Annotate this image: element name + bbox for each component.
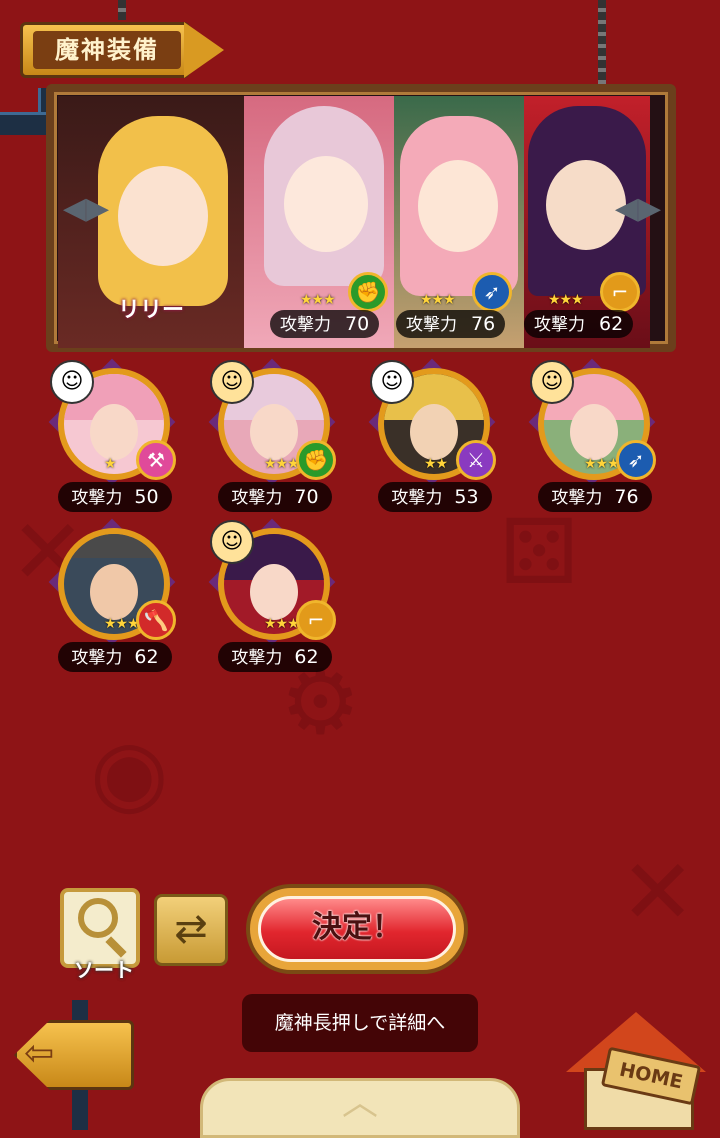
- roster-card[interactable]: ★★★ 🪓 攻撃力 62: [48, 518, 180, 680]
- chain: [598, 0, 606, 84]
- attack-label: 攻撃力: [280, 315, 331, 335]
- attack-power-tag: 攻撃力 50: [58, 482, 172, 512]
- attack-value: 62: [134, 646, 159, 668]
- leader-girl-icon: ☺: [210, 520, 254, 564]
- hint-text: 魔神長押しで詳細へ: [242, 994, 478, 1052]
- attack-power-tag: 攻撃力 62: [218, 642, 332, 672]
- gun-icon: ⌐: [296, 600, 336, 640]
- party-slot-1[interactable]: ★★★ ✊ 攻撃力 70: [244, 96, 394, 348]
- roster-card[interactable]: ☺ ★★★ ✊ 攻撃力 70: [208, 358, 340, 520]
- confirm-label: 決定！: [258, 896, 456, 962]
- attack-value: 70: [345, 313, 370, 335]
- face: [90, 404, 138, 460]
- attack-label: 攻撃力: [391, 488, 443, 508]
- attack-value: 76: [614, 486, 639, 508]
- gun-icon: ⌐: [600, 272, 640, 312]
- hammer-icon: ⚒: [136, 440, 176, 480]
- star-rating: ★★★: [264, 456, 300, 472]
- face: [250, 564, 298, 620]
- star-rating: ★★: [424, 456, 448, 472]
- leader-name: リリー: [118, 298, 185, 323]
- page-title: 魔神装備: [33, 31, 181, 69]
- scroll-right-arrow-icon[interactable]: ◀▶: [608, 192, 668, 226]
- leader-girl-icon: ☺: [530, 360, 574, 404]
- star-rating: ★★★: [548, 292, 584, 308]
- attack-value: 62: [294, 646, 319, 668]
- face: [284, 156, 368, 252]
- swap-icon[interactable]: ⇄: [154, 894, 228, 966]
- sort-button[interactable]: ソート: [60, 888, 140, 982]
- attack-label: 攻撃力: [534, 315, 585, 335]
- leader-boy-icon: ☺: [370, 360, 414, 404]
- star-rating: ★★★: [420, 292, 456, 308]
- star-rating: ★★★: [584, 456, 620, 472]
- magnifier-icon: [78, 898, 118, 938]
- attack-label: 攻撃力: [71, 488, 123, 508]
- roster-card[interactable]: ☺ ★★★★ ⌐ 攻撃力 62: [208, 518, 340, 680]
- attack-label: 攻撃力: [551, 488, 603, 508]
- attack-label: 攻撃力: [231, 648, 283, 668]
- confirm-button[interactable]: 決定！: [246, 884, 468, 974]
- attack-label: 攻撃力: [406, 315, 457, 335]
- scroll-left-arrow-icon[interactable]: ◀▶: [56, 192, 116, 226]
- fist-icon: ✊: [348, 272, 388, 312]
- attack-value: 70: [294, 486, 319, 508]
- face: [570, 404, 618, 460]
- attack-label: 攻撃力: [71, 648, 123, 668]
- attack-power-tag: 攻撃力 70: [270, 310, 380, 338]
- roster-card[interactable]: ☺ ★★ ⚔ 攻撃力 53: [368, 358, 500, 520]
- chevron-up-icon: ︿: [341, 1082, 378, 1123]
- sort-label: ソート: [74, 958, 134, 982]
- star-rating: ★★★: [104, 616, 140, 632]
- face: [410, 404, 458, 460]
- attack-power-tag: 攻撃力 70: [218, 482, 332, 512]
- attack-power-tag: 攻撃力 76: [396, 310, 506, 338]
- star-rating: ★: [104, 456, 117, 472]
- fist-icon: ✊: [296, 440, 336, 480]
- hair: [64, 534, 164, 558]
- back-arrow-icon: ⇦: [24, 1033, 55, 1074]
- star-rating: ★★★: [300, 292, 336, 308]
- face: [418, 160, 498, 252]
- face: [90, 564, 138, 620]
- axe-icon: 🪓: [136, 600, 176, 640]
- bow-icon: ➶: [472, 272, 512, 312]
- title-sign-arrow: [184, 22, 224, 78]
- attack-label: 攻撃力: [231, 488, 283, 508]
- attack-value: 53: [454, 486, 479, 508]
- bg-button-deco: ◉: [90, 720, 169, 825]
- title-sign: 魔神装備: [20, 22, 190, 78]
- roster-card[interactable]: ☺ ★ ⚒ 攻撃力 50: [48, 358, 180, 520]
- face: [118, 166, 208, 266]
- leader-boy-icon: ☺: [50, 360, 94, 404]
- leader-girl-icon: ☺: [210, 360, 254, 404]
- bow-icon: ➶: [616, 440, 656, 480]
- roster-card[interactable]: ☺ ★★★ ➶ 攻撃力 76: [528, 358, 660, 520]
- home-button[interactable]: HOME: [566, 990, 716, 1130]
- face: [250, 404, 298, 460]
- attack-power-tag: 攻撃力 53: [378, 482, 492, 512]
- party-slot-2[interactable]: ★★★ ➶ 攻撃力 76: [394, 96, 524, 348]
- bg-cross-deco: ✕: [620, 840, 696, 945]
- sword-icon: ⚔: [456, 440, 496, 480]
- attack-value: 50: [134, 486, 159, 508]
- attack-power-tag: 攻撃力 62: [58, 642, 172, 672]
- attack-power-tag: 攻撃力 76: [538, 482, 652, 512]
- attack-power-tag: 攻撃力 62: [524, 310, 634, 338]
- chain: [118, 0, 126, 20]
- attack-value: 62: [599, 313, 624, 335]
- attack-value: 76: [471, 313, 496, 335]
